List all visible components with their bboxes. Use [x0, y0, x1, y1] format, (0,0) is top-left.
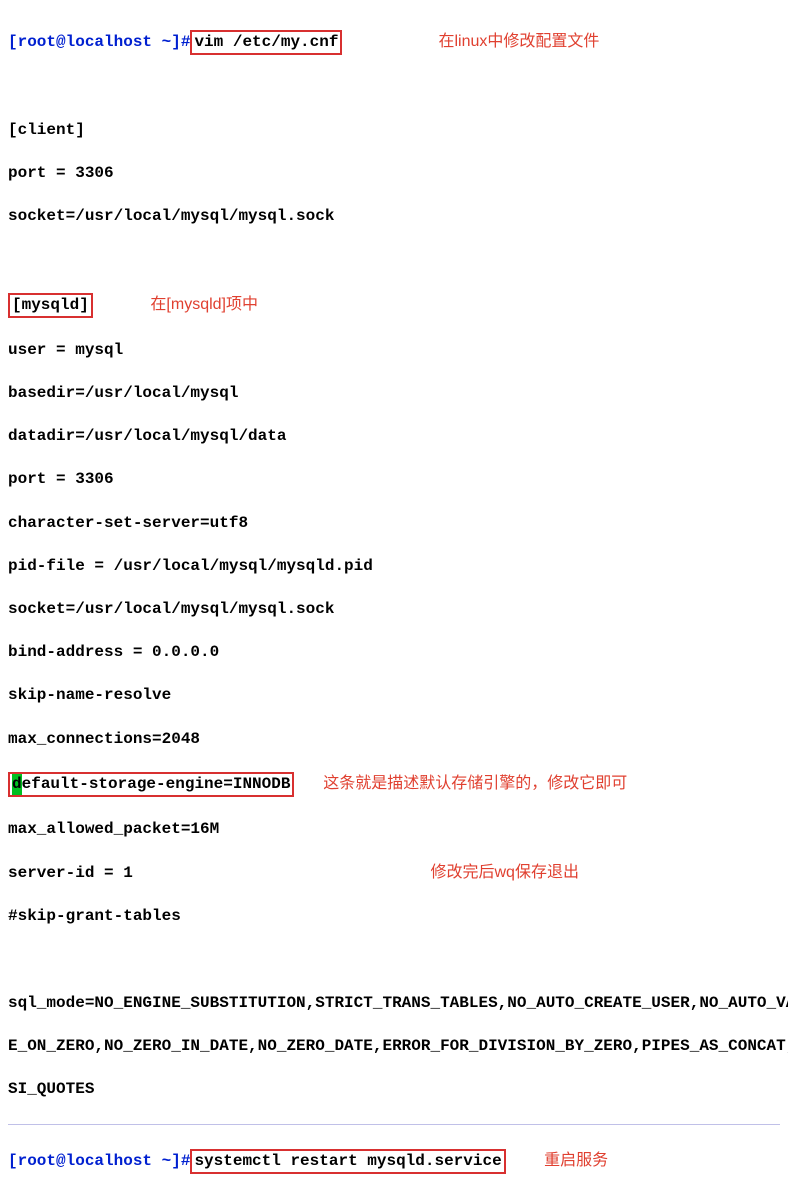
config-mysqld-header: [mysqld]	[12, 296, 89, 314]
config-pidfile: pid-file = /usr/local/mysql/mysqld.pid	[8, 556, 780, 578]
cursor-on-letter: d	[12, 774, 22, 796]
config-client-socket: socket=/usr/local/mysql/mysql.sock	[8, 206, 780, 228]
config-skip-grant: #skip-grant-tables	[8, 906, 780, 928]
config-server-id: server-id = 1	[8, 864, 133, 882]
annotation-restart: 重启服务	[544, 1150, 608, 1172]
annotation-wq-save: 修改完后wq保存退出	[430, 862, 578, 884]
annotation-edit-config: 在linux中修改配置文件	[438, 31, 599, 53]
config-sqlmode-1: sql_mode=NO_ENGINE_SUBSTITUTION,STRICT_T…	[8, 993, 780, 1015]
config-client-port: port = 3306	[8, 163, 780, 185]
config-max-connections: max_connections=2048	[8, 729, 780, 751]
config-max-packet: max_allowed_packet=16M	[8, 819, 780, 841]
shell-prompt: [root@localhost ~]#	[8, 33, 190, 51]
separator-line	[8, 1124, 780, 1125]
config-basedir: basedir=/usr/local/mysql	[8, 383, 780, 405]
terminal-output: [root@localhost ~]#vim /etc/my.cnf 在linu…	[8, 8, 780, 1122]
restart-command-box: systemctl restart mysqld.service	[190, 1149, 505, 1175]
config-charset: character-set-server=utf8	[8, 513, 780, 535]
mysqld-header-box: [mysqld]	[8, 293, 93, 319]
config-port: port = 3306	[8, 469, 780, 491]
config-user: user = mysql	[8, 340, 780, 362]
config-datadir: datadir=/usr/local/mysql/data	[8, 426, 780, 448]
config-client-header: [client]	[8, 120, 780, 142]
annotation-mysqld-section: 在[mysqld]项中	[150, 294, 258, 316]
restart-command: systemctl restart mysqld.service	[194, 1152, 501, 1170]
annotation-storage-engine: 这条就是描述默认存储引擎的，修改它即可	[323, 773, 627, 795]
vim-command: vim /etc/my.cnf	[194, 33, 338, 51]
config-socket: socket=/usr/local/mysql/mysql.sock	[8, 599, 780, 621]
config-sqlmode-2: E_ON_ZERO,NO_ZERO_IN_DATE,NO_ZERO_DATE,E…	[8, 1036, 780, 1058]
vim-command-box: vim /etc/my.cnf	[190, 30, 342, 56]
config-sqlmode-3: SI_QUOTES	[8, 1079, 780, 1101]
config-storage-engine: efault-storage-engine=INNODB	[22, 775, 291, 793]
config-skip-name-resolve: skip-name-resolve	[8, 685, 780, 707]
terminal-output-2: [root@localhost ~]#systemctl restart mys…	[8, 1127, 780, 1190]
shell-prompt-2: [root@localhost ~]#	[8, 1152, 190, 1170]
storage-engine-box: default-storage-engine=INNODB	[8, 772, 294, 798]
config-bind-address: bind-address = 0.0.0.0	[8, 642, 780, 664]
